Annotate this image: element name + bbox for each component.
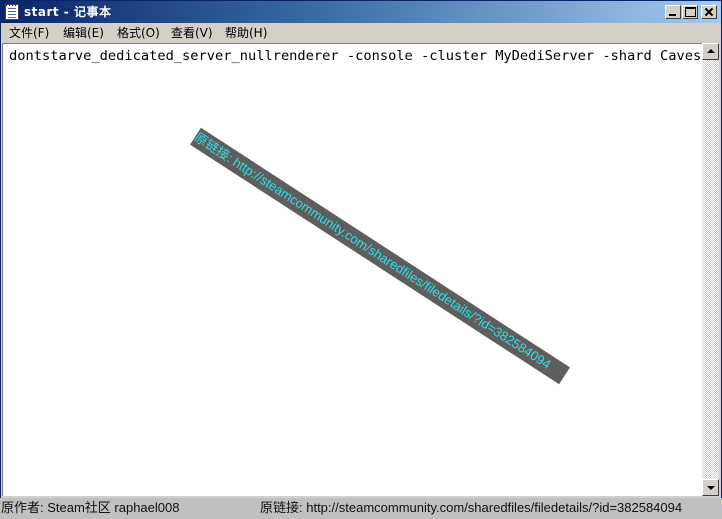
minimize-button[interactable]	[665, 5, 681, 19]
notepad-icon[interactable]	[5, 3, 19, 20]
maximize-button[interactable]	[682, 5, 698, 19]
menu-format[interactable]: 格式(O)	[115, 25, 162, 41]
arrow-up-icon	[707, 49, 715, 53]
close-button[interactable]	[701, 5, 717, 19]
menu-edit[interactable]: 编辑(E)	[61, 25, 106, 41]
credit-author: 原作者: Steam社区 raphael008	[1, 500, 180, 515]
arrow-down-icon	[707, 486, 715, 490]
editor-content[interactable]: dontstarve_dedicated_server_nullrenderer…	[9, 47, 701, 65]
window-title: start - 记事本	[24, 5, 112, 19]
menu-bar: 文件(F) 编辑(E) 格式(O) 查看(V) 帮助(H)	[1, 23, 721, 43]
vertical-scrollbar[interactable]	[702, 43, 719, 496]
title-bar[interactable]: start - 记事本	[1, 1, 721, 23]
menu-help[interactable]: 帮助(H)	[223, 25, 269, 41]
text-editor[interactable]: dontstarve_dedicated_server_nullrenderer…	[2, 43, 702, 496]
credit-link: 原链接: http://steamcommunity.com/sharedfil…	[260, 500, 683, 515]
scroll-up-button[interactable]	[702, 43, 719, 60]
credit-bar: 原作者: Steam社区 raphael008 原链接: http://stea…	[0, 498, 722, 519]
menu-view[interactable]: 查看(V)	[169, 25, 215, 41]
menu-file[interactable]: 文件(F)	[7, 25, 51, 41]
scroll-down-button[interactable]	[702, 479, 719, 496]
